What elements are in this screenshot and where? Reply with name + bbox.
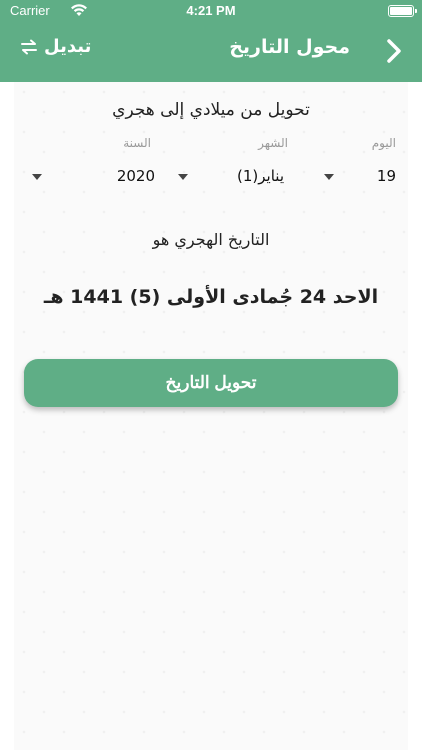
year-label: السنة	[123, 136, 151, 150]
converter-panel: تحويل من ميلادي إلى هجري اليوم الشهر الس…	[14, 82, 408, 750]
chevron-right-icon[interactable]	[384, 38, 404, 64]
caret-down-icon	[32, 174, 42, 180]
swap-button[interactable]: تبديل	[20, 36, 91, 57]
converter-heading: تحويل من ميلادي إلى هجري	[112, 100, 310, 120]
caret-down-icon	[178, 174, 188, 180]
day-value: 19	[376, 167, 396, 185]
status-bar: Carrier 4:21 PM	[0, 0, 422, 22]
day-select[interactable]: 19	[314, 164, 408, 188]
battery-icon	[388, 5, 417, 17]
page-title: محول التاريخ	[229, 36, 350, 58]
result-label: التاريخ الهجري هو	[152, 230, 270, 249]
month-select[interactable]: يناير(1)	[174, 164, 294, 188]
day-label: اليوم	[371, 136, 396, 150]
convert-date-button[interactable]: تحويل التاريخ	[24, 359, 398, 407]
year-value: 2020	[116, 167, 155, 185]
swap-arrows-icon	[21, 39, 37, 54]
month-label: الشهر	[258, 136, 288, 150]
hijri-result: الاحد 24 جُمادى الأولى (5) 1441 هـ	[43, 286, 379, 308]
year-select[interactable]: 2020	[30, 164, 160, 188]
swap-label: تبديل	[44, 36, 92, 57]
nav-bar: تبديل محول التاريخ	[0, 22, 422, 82]
clock: 4:21 PM	[186, 3, 236, 18]
month-value: يناير(1)	[237, 167, 284, 185]
caret-down-icon	[324, 174, 334, 180]
